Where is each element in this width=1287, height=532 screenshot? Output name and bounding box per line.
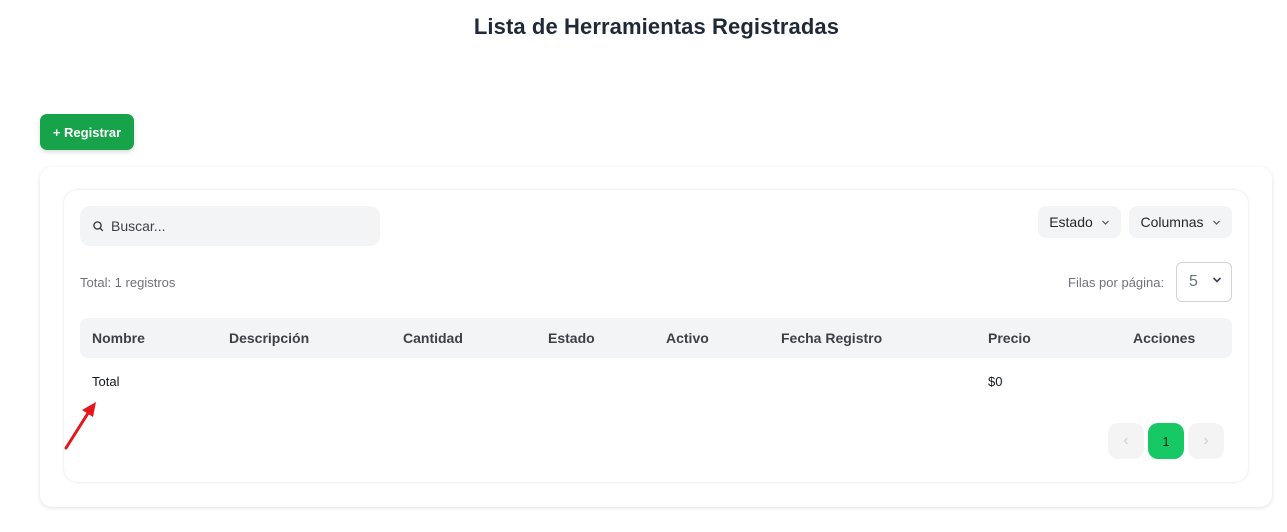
estado-filter-dropdown[interactable]: Estado xyxy=(1038,206,1121,238)
rows-per-page-value: 5 xyxy=(1189,273,1198,290)
column-header-nombre[interactable]: Nombre xyxy=(92,330,145,346)
total-records-count: Total: 1 registros xyxy=(80,275,176,290)
pagination-prev-button[interactable] xyxy=(1108,423,1144,459)
pagination-next-button[interactable] xyxy=(1188,423,1224,459)
estado-filter-label: Estado xyxy=(1049,214,1093,230)
chevron-down-icon xyxy=(1211,273,1223,291)
chevron-left-icon xyxy=(1121,434,1131,449)
columnas-dropdown[interactable]: Columnas xyxy=(1129,206,1232,238)
pagination-page-button[interactable]: 1 xyxy=(1148,423,1184,459)
chevron-right-icon xyxy=(1201,434,1211,449)
column-header-acciones[interactable]: Acciones xyxy=(1133,330,1195,346)
column-header-precio[interactable]: Precio xyxy=(988,330,1031,346)
rows-per-page-select[interactable]: 5 xyxy=(1176,262,1232,302)
search-input[interactable] xyxy=(111,218,361,234)
page-title: Lista de Herramientas Registradas xyxy=(473,14,840,39)
register-button[interactable]: + Registrar xyxy=(40,114,134,150)
column-header-cantidad[interactable]: Cantidad xyxy=(403,330,463,346)
chevron-down-icon xyxy=(1101,218,1110,227)
cell-precio: $0 xyxy=(988,374,1003,389)
column-header-estado[interactable]: Estado xyxy=(548,330,595,346)
rows-per-page-label: Filas por página: xyxy=(1068,275,1165,290)
chevron-down-icon xyxy=(1212,218,1221,227)
column-header-fecha-registro[interactable]: Fecha Registro xyxy=(781,330,882,346)
columnas-label: Columnas xyxy=(1140,214,1204,230)
search-box[interactable] xyxy=(80,206,380,246)
column-header-descripcion[interactable]: Descripción xyxy=(229,330,309,346)
column-header-activo[interactable]: Activo xyxy=(666,330,709,346)
search-icon xyxy=(92,220,105,233)
annotation-arrow-icon xyxy=(64,402,96,450)
cell-nombre: Total xyxy=(92,374,120,389)
